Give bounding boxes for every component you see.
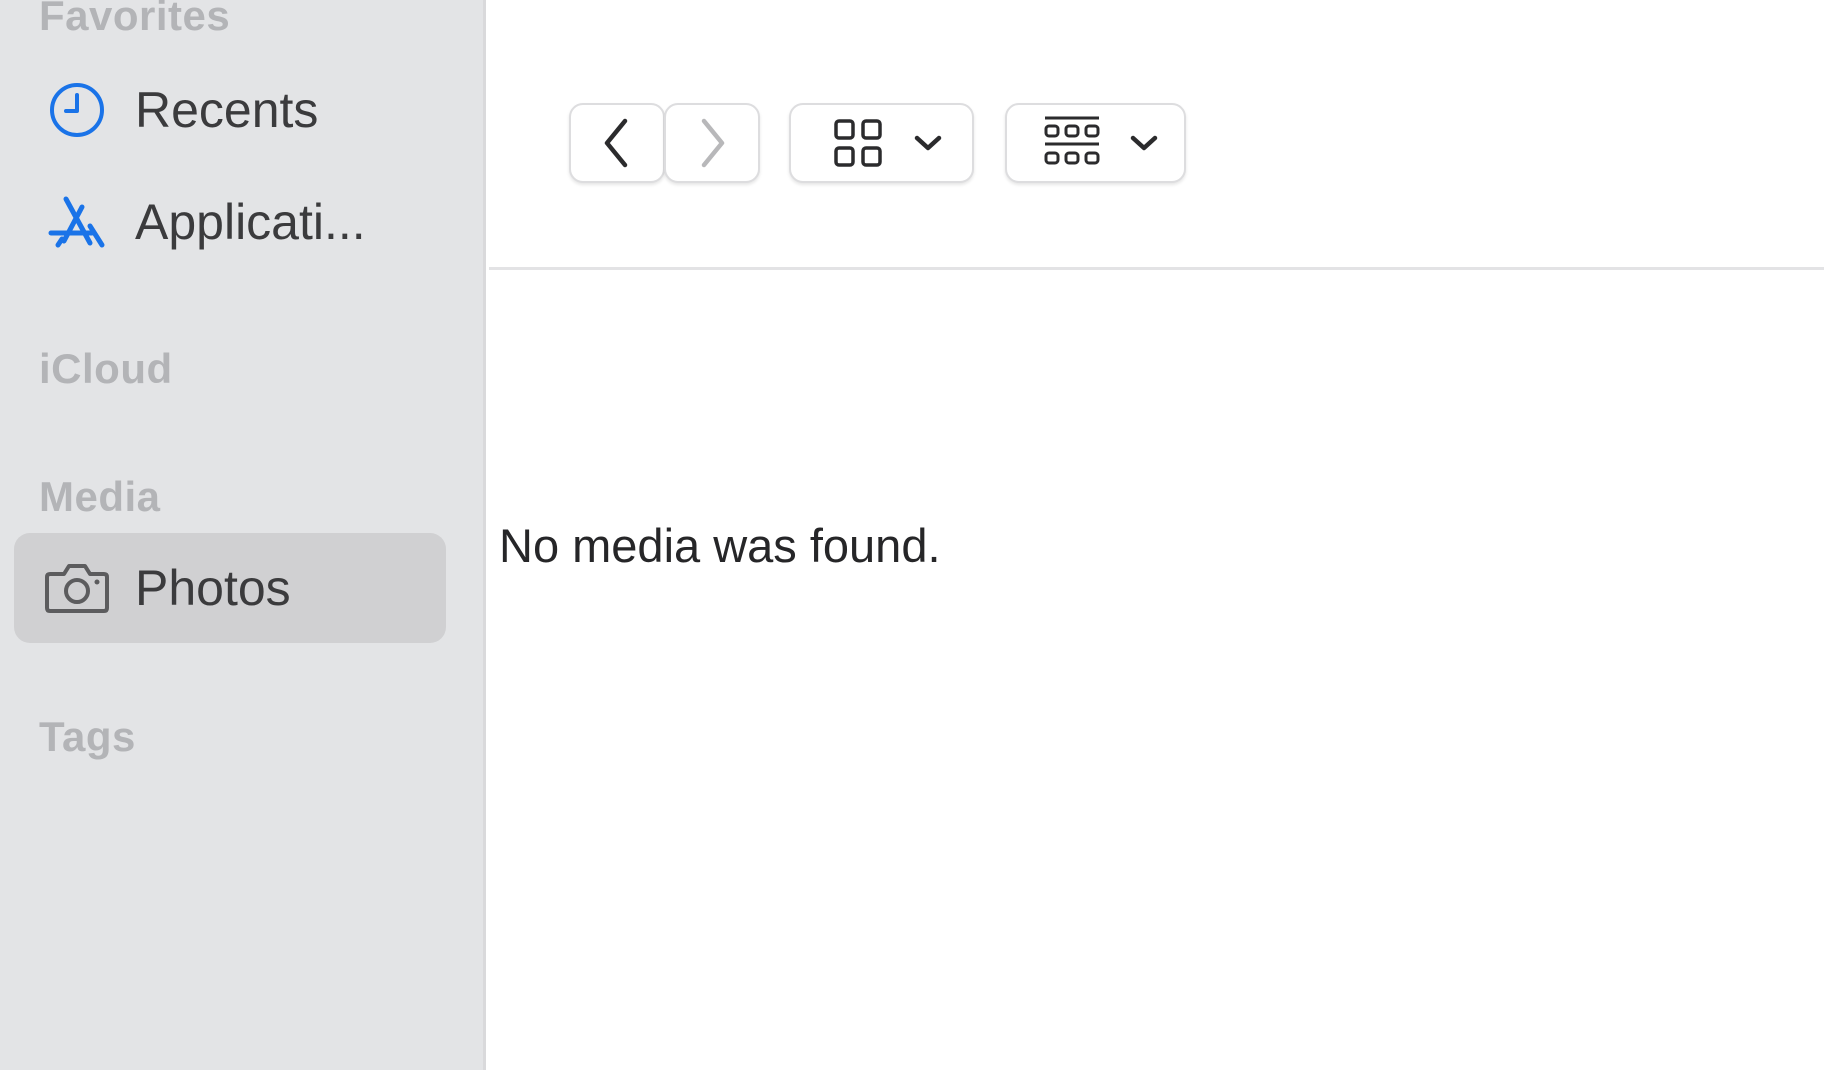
sidebar-item-photos[interactable]: Photos xyxy=(14,533,446,643)
sidebar: Favorites Recents Applicati... iCloud Me… xyxy=(0,0,486,1070)
app-store-icon xyxy=(44,189,110,255)
chevron-right-icon xyxy=(692,117,732,169)
empty-state-message: No media was found. xyxy=(499,519,941,572)
section-header-tags: Tags xyxy=(39,713,136,760)
sidebar-item-label: Recents xyxy=(135,82,319,138)
sidebar-item-recents[interactable]: Recents xyxy=(14,55,446,165)
forward-button[interactable] xyxy=(664,103,760,183)
back-button[interactable] xyxy=(569,103,665,183)
grid-rows-icon xyxy=(1043,115,1101,171)
toolbar-divider xyxy=(489,267,1824,270)
window: Favorites Recents Applicati... iCloud Me… xyxy=(0,0,1824,1070)
camera-icon xyxy=(44,555,110,621)
section-header-media: Media xyxy=(39,473,161,520)
main-content: No media was found. xyxy=(489,0,1824,1070)
sidebar-item-applications[interactable]: Applicati... xyxy=(14,167,446,277)
section-header-icloud: iCloud xyxy=(39,345,173,392)
grid-icon xyxy=(833,118,883,168)
chevron-left-icon xyxy=(597,117,637,169)
clock-icon xyxy=(44,77,110,143)
sidebar-item-label: Photos xyxy=(135,560,291,616)
toolbar xyxy=(489,0,1824,270)
group-mode-button[interactable] xyxy=(1005,103,1186,183)
view-mode-button[interactable] xyxy=(789,103,974,183)
section-header-favorites: Favorites xyxy=(39,0,231,39)
chevron-down-icon xyxy=(913,133,943,153)
sidebar-item-label: Applicati... xyxy=(135,194,366,250)
chevron-down-icon xyxy=(1129,133,1159,153)
